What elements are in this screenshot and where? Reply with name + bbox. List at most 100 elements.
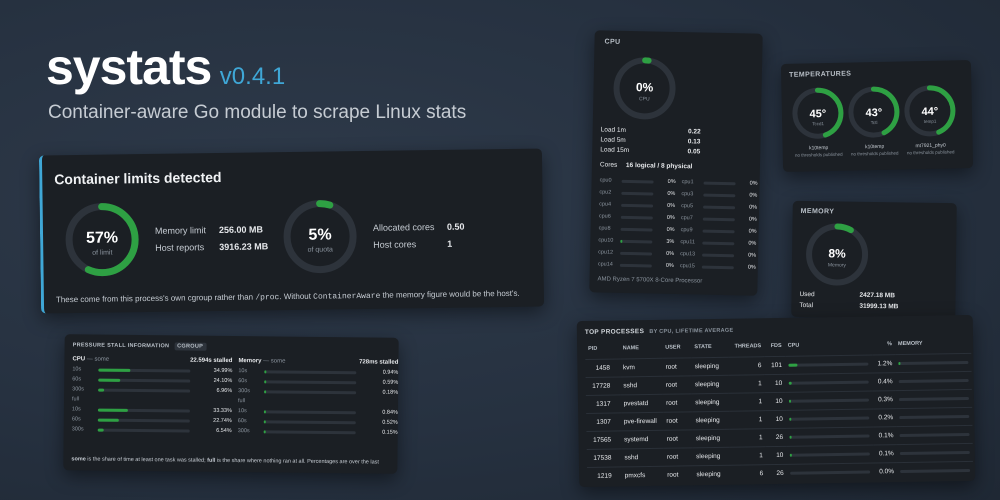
temperatures-title: Temperatures bbox=[789, 70, 852, 79]
memory-limit-gauge: 57% of limit bbox=[65, 203, 139, 277]
process-threads: 1 bbox=[758, 398, 763, 406]
psi-bar bbox=[264, 389, 357, 394]
process-name: sshd bbox=[624, 454, 639, 462]
temperature-sensor: temp1 bbox=[924, 119, 937, 124]
process-fds: 10 bbox=[776, 451, 784, 460]
memory-total-label: Total bbox=[799, 301, 814, 310]
psi-window: 60s bbox=[72, 376, 82, 383]
psi-value: 0.59% bbox=[382, 379, 399, 386]
cpu-core-name: cpu12 bbox=[598, 249, 614, 256]
processes-column-header[interactable]: FDS bbox=[764, 338, 785, 357]
process-threads: 1 bbox=[758, 380, 762, 388]
cpu-core-name: cpu14 bbox=[597, 261, 613, 268]
cpu-core-name: cpu6 bbox=[598, 213, 611, 220]
process-cpu-pct: 0.1% bbox=[878, 432, 894, 440]
process-pid: 1307 bbox=[596, 418, 611, 426]
cpu-core-name: cpu15 bbox=[679, 263, 695, 270]
process-state: sleeping bbox=[696, 452, 721, 461]
cpu-core-pct: 0% bbox=[666, 250, 675, 257]
process-memory-bar-cell bbox=[897, 461, 973, 480]
process-cpu-pct: 0.2% bbox=[878, 414, 894, 422]
cpu-core-bar bbox=[621, 203, 654, 208]
processes-column-header[interactable]: USER bbox=[662, 339, 691, 358]
process-state: sleeping bbox=[695, 398, 720, 407]
cpu-core-row: cpu2 0% bbox=[599, 189, 675, 197]
process-memory-bar bbox=[898, 396, 969, 401]
cpu-core-name: cpu10 bbox=[598, 237, 614, 244]
process-memory-bar bbox=[899, 432, 970, 437]
psi-window: 60s bbox=[71, 416, 81, 423]
psi-cpu-head: CPU bbox=[72, 356, 86, 363]
processes-column-header[interactable]: THREADS bbox=[728, 338, 764, 357]
cpu-cores-value: 16 logical / 8 physical bbox=[625, 161, 693, 171]
cpu-core-row: cpu7 0% bbox=[681, 215, 757, 223]
cpu-core-bar bbox=[703, 205, 736, 209]
psi-bar bbox=[264, 379, 357, 384]
process-memory-bar-cell bbox=[895, 371, 971, 390]
cpu-core-row: cpu10 3% bbox=[598, 237, 674, 245]
cpu-core-name: cpu7 bbox=[680, 215, 693, 222]
cpu-load-value: 0.05 bbox=[687, 148, 701, 156]
cpu-core-pct: 0% bbox=[747, 264, 756, 271]
process-cpu-bar bbox=[788, 416, 869, 421]
process-cpu-pct: 0.0% bbox=[879, 468, 895, 476]
container-limits-card: Container limits detected 57% of limit M… bbox=[38, 148, 545, 314]
process-cpu-bar bbox=[788, 398, 869, 403]
cpu-core-bar bbox=[620, 251, 653, 256]
processes-column-header[interactable]: NAME bbox=[620, 340, 663, 359]
process-cpu-bar bbox=[789, 452, 870, 457]
psi-window: 10s bbox=[72, 366, 82, 373]
process-pid: 17565 bbox=[593, 436, 612, 444]
memory-gauge: 8% Memory bbox=[806, 223, 869, 286]
process-state: sleeping bbox=[695, 434, 721, 443]
psi-row: 60s 0.52% bbox=[238, 418, 398, 426]
process-cpu-bar bbox=[787, 362, 868, 367]
process-name: pmxcfs bbox=[624, 472, 646, 480]
cpu-core-row: cpu12 0% bbox=[598, 249, 674, 257]
memory-used-label: Used bbox=[799, 290, 815, 299]
cpu-core-row: cpu14 0% bbox=[598, 261, 674, 269]
psi-row: 10s 33.33% bbox=[72, 406, 232, 414]
cpu-load-value: 0.13 bbox=[687, 138, 701, 146]
cpu-core-pct: 0% bbox=[667, 178, 676, 185]
processes-column-header[interactable]: STATE bbox=[691, 339, 728, 358]
processes-column-header[interactable]: % bbox=[872, 336, 895, 355]
psi-bar bbox=[97, 418, 190, 423]
processes-column-header[interactable]: CPU bbox=[785, 336, 873, 356]
psi-card: Pressure stall information cgroup CPU — … bbox=[63, 334, 399, 474]
memory-pct: 8% bbox=[828, 246, 846, 260]
process-memory-bar bbox=[899, 450, 970, 455]
process-cpu-pct: 0.4% bbox=[877, 378, 893, 386]
psi-cpu-stalled: 22.594s stalled bbox=[190, 357, 233, 365]
processes-column-header[interactable]: PID bbox=[585, 340, 620, 359]
process-cpu-pct: 0.3% bbox=[878, 396, 893, 404]
psi-row: 10s 0.94% bbox=[238, 368, 398, 376]
psi-cpu-full-label: full bbox=[72, 396, 80, 403]
processes-column-header[interactable]: MEMORY bbox=[895, 335, 971, 355]
process-name: sshd bbox=[623, 382, 638, 390]
cpu-load-label: Load 15m bbox=[600, 146, 630, 155]
temperature-sensor: Tccd1 bbox=[812, 121, 824, 126]
container-note: These come from this process's own cgrou… bbox=[55, 288, 520, 305]
cpu-load-label: Load 5m bbox=[600, 136, 626, 144]
container-title: Container limits detected bbox=[54, 168, 222, 188]
processes-table: PID NAME USER STATE THREADS FDS CPU% MEMORY 145… bbox=[585, 335, 974, 485]
host-cores-label: Host cores bbox=[373, 239, 417, 250]
process-name: pve-firewall bbox=[623, 417, 657, 426]
cpu-core-pct: 0% bbox=[748, 216, 757, 223]
cpu-core-pct: 0% bbox=[749, 192, 758, 199]
app-tagline: Container-aware Go module to scrape Linu… bbox=[48, 102, 467, 123]
memory-limit-pct: 57% bbox=[86, 229, 118, 246]
memory-limit-value: 256.00 MB bbox=[218, 224, 264, 236]
process-fds: 26 bbox=[776, 469, 784, 478]
cpu-core-name: cpu5 bbox=[681, 203, 694, 210]
process-threads: 6 bbox=[757, 362, 762, 370]
memory-limit-sub: of limit bbox=[92, 250, 112, 257]
cpu-quota-gauge: 5% of quota bbox=[283, 200, 357, 274]
temperatures-card: Temperatures 45° Tccd1 k10temp no threshold… bbox=[780, 60, 974, 172]
process-fds: 101 bbox=[771, 361, 783, 370]
psi-value: 6.96% bbox=[216, 387, 233, 395]
cpu-core-row: cpu3 0% bbox=[681, 191, 757, 199]
cpu-model: AMD Ryzen 7 5700X 8-Core Processor bbox=[597, 276, 703, 285]
process-fds: 26 bbox=[775, 433, 784, 442]
